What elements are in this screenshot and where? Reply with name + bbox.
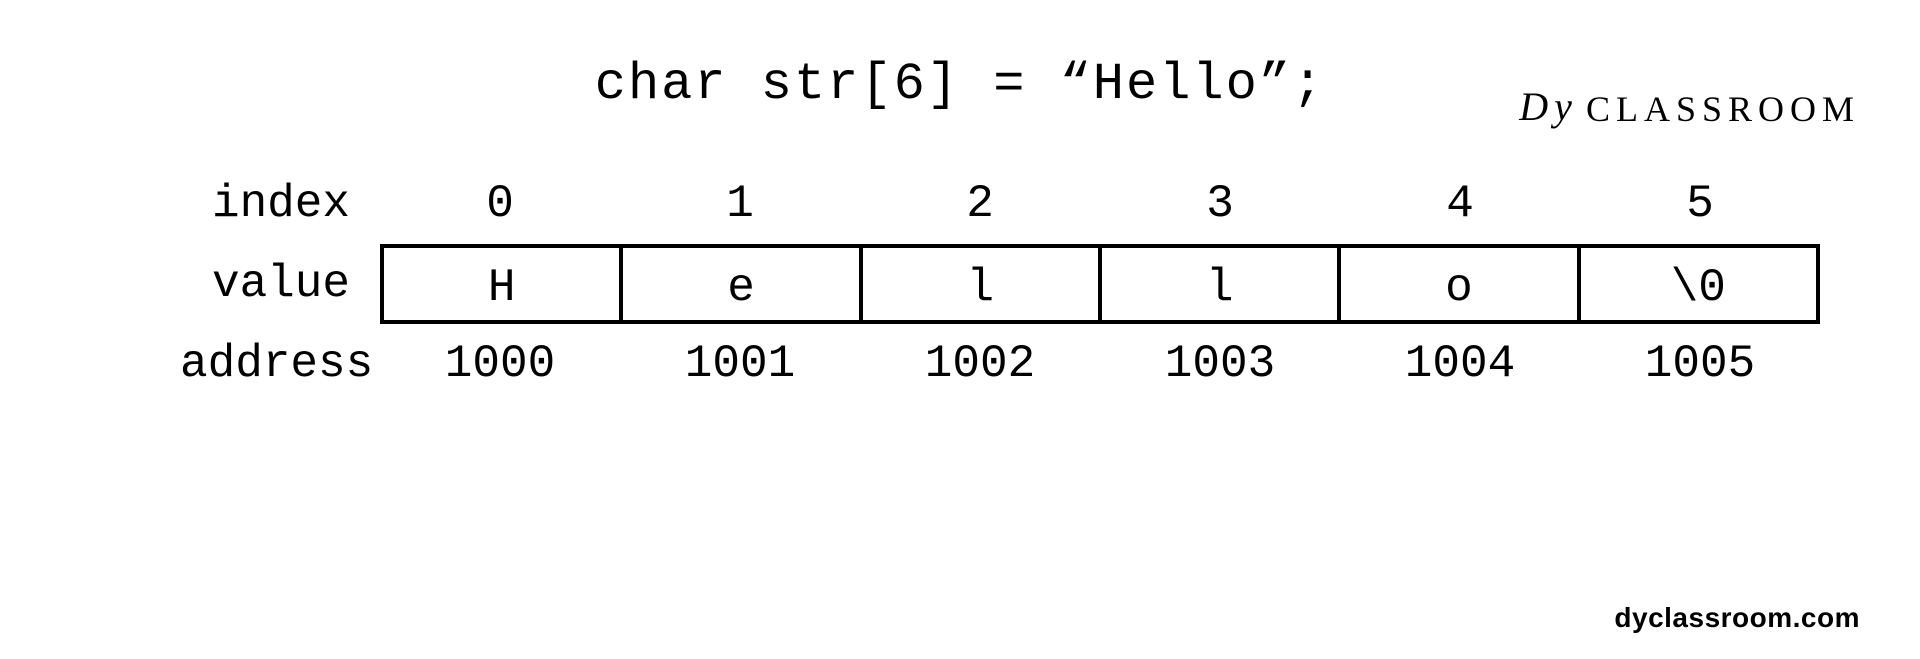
value-cell: l [1098, 244, 1337, 324]
address-label: address [180, 338, 380, 390]
address-cell: 1001 [620, 324, 860, 404]
brand-text: CLASSROOM [1586, 88, 1860, 130]
address-cell: 1000 [380, 324, 620, 404]
value-cell: o [1337, 244, 1576, 324]
address-row: address 1000 1001 1002 1003 1004 1005 [180, 324, 1820, 404]
index-cell: 5 [1580, 164, 1820, 244]
value-row: value H e l l o \0 [180, 244, 1820, 324]
array-diagram: index 0 1 2 3 4 5 value H e l l o \0 add… [100, 164, 1820, 404]
value-cell: l [859, 244, 1098, 324]
index-label: index [180, 178, 380, 230]
brand-icon: Dy [1519, 83, 1578, 130]
value-cell: \0 [1577, 244, 1820, 324]
brand-logo: Dy CLASSROOM [1519, 85, 1860, 132]
footer-attribution: dyclassroom.com [1614, 602, 1860, 634]
value-cell: H [380, 244, 619, 324]
index-cell: 4 [1340, 164, 1580, 244]
address-cell: 1002 [860, 324, 1100, 404]
index-cell: 2 [860, 164, 1100, 244]
address-cell: 1005 [1580, 324, 1820, 404]
address-cell: 1004 [1340, 324, 1580, 404]
address-cell: 1003 [1100, 324, 1340, 404]
value-cell: e [619, 244, 858, 324]
value-label: value [180, 258, 380, 310]
index-cell: 1 [620, 164, 860, 244]
index-row: index 0 1 2 3 4 5 [180, 164, 1820, 244]
index-cell: 3 [1100, 164, 1340, 244]
index-cell: 0 [380, 164, 620, 244]
